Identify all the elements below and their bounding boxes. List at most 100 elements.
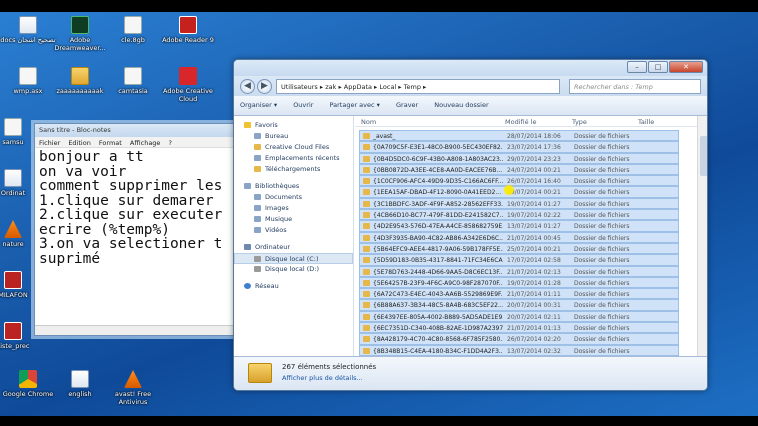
desktop-icon-adobe-reader[interactable]: Adobe Reader 9 [160, 16, 216, 44]
desktop-icon-liste[interactable]: Liste_prec [0, 322, 34, 350]
menu-fichier[interactable]: Fichier [39, 139, 60, 147]
col-header-size[interactable]: Taille [638, 118, 654, 126]
file-row[interactable]: _avast_ 28/07/2014 18:06 Dossier de fichie… [359, 130, 679, 142]
notepad-text-area[interactable]: bonjour a tt on va voir comment supprime… [35, 148, 243, 322]
notepad-window[interactable]: Sans titre - Bloc-notes Fichier Edition … [34, 123, 244, 336]
file-row[interactable]: {0B4D5DC0-6C9F-43B0-A808-1A803AC23... 29/… [359, 152, 679, 164]
file-row[interactable]: {3C1BBDFC-3ADF-4F9F-A852-28562EFF33... 19… [359, 197, 679, 210]
file-name: {4CB66D10-BC77-479F-81DD-E241582C7... [373, 212, 503, 220]
col-header-type[interactable]: Type [572, 118, 587, 126]
file-row[interactable]: {6A72C473-E4EC-4043-AA6B-5529869E9F... 21… [359, 288, 679, 300]
ouvrir-button[interactable]: Ouvrir [293, 101, 313, 109]
col-header-name[interactable]: Nom [361, 118, 376, 126]
folder-icon [363, 144, 370, 151]
selection-count: 267 éléments sélectionnés [282, 363, 377, 371]
col-header-date[interactable]: Modifié le [505, 118, 536, 126]
desktop-icon-wmp[interactable]: wmp.asx [0, 67, 56, 95]
desktop-icon-dreamweaver[interactable]: Adobe Dreamweaver... [52, 16, 108, 52]
file-name: {3C1BBDFC-3ADF-4F9F-A852-28562EFF33... [373, 200, 503, 208]
back-button[interactable]: ◀ [240, 79, 255, 94]
desktop-icon-nature[interactable]: nature [0, 220, 34, 248]
desktop-icon-samsu[interactable]: samsu [0, 118, 34, 146]
file-row[interactable]: {8A428179-4C70-4C80-8568-6F785F2580... 26… [359, 333, 679, 345]
file-row[interactable]: {5D59D183-0B35-4317-8841-71FC34E6CA... 17… [359, 254, 679, 266]
star-icon [244, 122, 251, 128]
desktop-icon-milafon[interactable]: MILAFON [0, 271, 34, 299]
maximize-button[interactable]: □ [648, 61, 668, 73]
close-button[interactable]: ✕ [669, 61, 703, 73]
file-name: {8B348B15-C4EA-4180-B34C-F1DD4A2F3... [373, 347, 503, 355]
file-row[interactable]: {5E78D763-2448-4D66-9AA5-D8C6EC13F... 21/… [359, 265, 679, 277]
file-row[interactable]: {1C0CF906-AFC4-49D9-9D35-C166AC6FF... 26/… [359, 175, 679, 187]
desktop-icon-english[interactable]: english [52, 370, 108, 398]
video-letterbox-top [0, 0, 758, 12]
file-row[interactable]: {8B348B15-C4EA-4180-B34C-F1DD4A2F3... 13/… [359, 344, 679, 356]
file-row[interactable]: {5B64EFC9-AEE4-4817-9A06-59B178FF5E... 25… [359, 242, 679, 255]
drive-icon [254, 266, 261, 272]
explorer-title-bar[interactable]: – □ ✕ [234, 60, 707, 76]
graver-button[interactable]: Graver [396, 101, 418, 109]
folder-icon [248, 363, 272, 383]
nav-item-disk-d[interactable]: Disque local (D:) [234, 264, 353, 275]
desktop-icon-zak-folder[interactable]: zaaaaaaaaaak [52, 67, 108, 95]
file-row[interactable]: {4CB66D10-BC77-479F-81DD-E241582C7... 19/… [359, 209, 679, 221]
nav-item-documents[interactable]: Documents [234, 192, 353, 203]
desktop-icon-camtasia[interactable]: camtasia [105, 67, 161, 95]
forward-button[interactable]: ▶ [257, 79, 272, 94]
file-name: {0B4D5DC0-6C9F-43B0-A808-1A803AC23... [373, 155, 503, 163]
folder-icon [363, 325, 370, 332]
file-row[interactable]: {0BB0872D-A3EE-4CE8-AA0D-EACEE76B... 24/0… [359, 163, 679, 176]
explorer-window[interactable]: – □ ✕ ◀ ▶ Utilisateurs ▸ zak ▸ AppData ▸… [233, 59, 708, 391]
file-icon [19, 67, 37, 85]
file-row[interactable]: {4D3F3935-BA90-4C82-AB86-A342E6D6C... 21/… [359, 231, 679, 243]
nav-item-recent[interactable]: Emplacements récents [234, 153, 353, 164]
file-row[interactable]: {5E64257B-23F9-4F6C-A9C0-98F287070F... 19… [359, 276, 679, 289]
file-row[interactable]: {6E4397EE-805A-4002-B889-5AD5ADE1E9... 20… [359, 310, 679, 323]
menu-affichage[interactable]: Affichage [130, 139, 161, 147]
nav-item-bureau[interactable]: Bureau [234, 131, 353, 142]
desktop-icon-avast[interactable]: avast! Free Antivirus [105, 370, 161, 406]
file-row[interactable]: {6EC7351D-C340-408B-82AE-1D987A2397... 21… [359, 322, 679, 334]
desktop-icon-cle[interactable]: cle.8gb [105, 16, 161, 44]
scrollbar-thumb[interactable] [700, 136, 707, 176]
folder-icon [363, 155, 370, 162]
file-name: {0A709C5F-E3E1-48C0-B900-5EC430EF82... [373, 144, 503, 152]
file-row[interactable]: {4D2E9543-576D-47EA-A4CE-858682759E... 13… [359, 220, 679, 232]
nav-item-music[interactable]: Musique [234, 214, 353, 225]
file-row[interactable]: {0A709C5F-E3E1-48C0-B900-5EC430EF82... 23… [359, 141, 679, 153]
file-row[interactable]: {6B88A637-3B34-48C5-8A4B-683C5EF22... 20/… [359, 299, 679, 311]
nav-favorites[interactable]: Favoris [234, 120, 353, 131]
file-list-vertical-scrollbar[interactable] [697, 116, 707, 358]
nav-item-creative-cloud[interactable]: Creative Cloud Files [234, 142, 353, 153]
desktop[interactable]: docs تصحيح اشجان wmp.asx samsu Ordinat n… [0, 12, 758, 416]
organiser-button[interactable]: Organiser ▾ [240, 101, 277, 109]
desktop-icon-creative-cloud[interactable]: Adobe Creative Cloud [160, 67, 216, 103]
nav-item-disk-c[interactable]: Disque local (C:) [234, 253, 353, 264]
notepad-title-bar[interactable]: Sans titre - Bloc-notes [35, 124, 243, 137]
menu-format[interactable]: Format [99, 139, 122, 147]
new-folder-button[interactable]: Nouveau dossier [434, 101, 488, 109]
address-bar[interactable]: Utilisateurs ▸ zak ▸ AppData ▸ Local ▸ T… [276, 79, 560, 94]
nav-item-videos[interactable]: Vidéos [234, 225, 353, 236]
nav-computer[interactable]: Ordinateur [234, 242, 353, 253]
search-input[interactable]: Rechercher dans : Temp [569, 79, 701, 94]
nav-item-downloads[interactable]: Téléchargements [234, 164, 353, 175]
avast-icon [124, 370, 142, 388]
minimize-button[interactable]: – [627, 61, 647, 73]
show-more-details-link[interactable]: Afficher plus de détails... [282, 374, 363, 382]
file-name: {4D3F3935-BA90-4C82-AB86-A342E6D6C... [373, 234, 503, 242]
notepad-horizontal-scrollbar[interactable] [35, 325, 243, 335]
menu-edition[interactable]: Edition [68, 139, 91, 147]
menu-help[interactable]: ? [169, 139, 172, 147]
desktop-icon-chrome[interactable]: Google Chrome [0, 370, 56, 398]
nav-network[interactable]: Réseau [234, 281, 353, 292]
desktop-icon-docs[interactable]: docs تصحيح اشجان [0, 16, 56, 44]
file-name: {5D59D183-0B35-4317-8841-71FC34E6CA... [373, 257, 503, 265]
partager-button[interactable]: Partager avec ▾ [330, 101, 380, 109]
file-type: Dossier de fichiers [574, 178, 630, 186]
desktop-icon-ordinateur[interactable]: Ordinat [0, 169, 34, 197]
file-row[interactable]: {1EEA15AF-DBAD-4F12-8090-0A41EED2... 29/0… [359, 186, 679, 198]
window-controls: – □ ✕ [627, 61, 703, 73]
nav-item-images[interactable]: Images [234, 203, 353, 214]
nav-libraries[interactable]: Bibliothèques [234, 181, 353, 192]
